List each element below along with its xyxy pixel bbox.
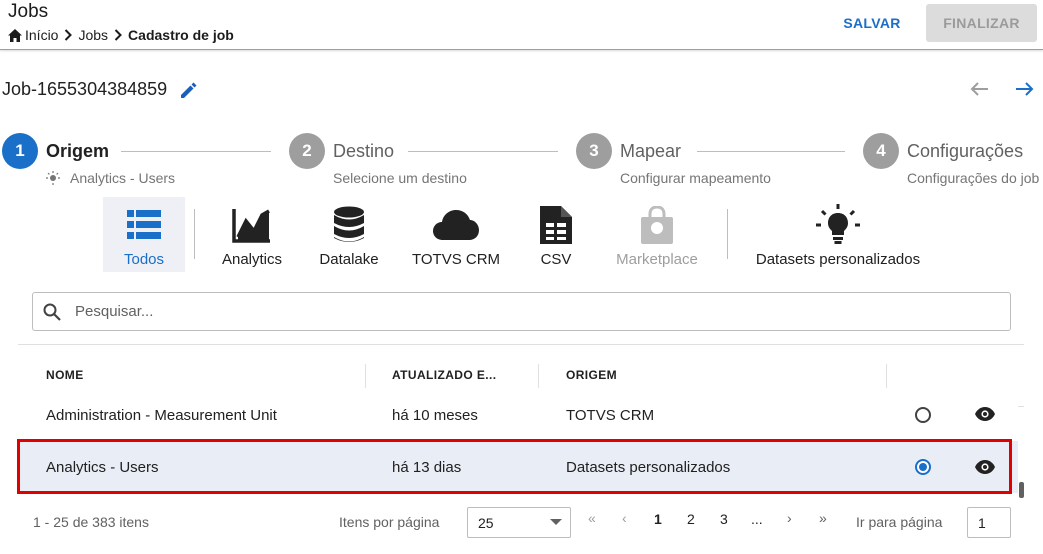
page-1-button[interactable]: 1 — [654, 511, 662, 527]
items-per-page-select[interactable]: 25 — [467, 507, 571, 538]
first-page-button[interactable]: « — [588, 510, 596, 526]
step-mapear[interactable]: 3 Mapear — [576, 133, 681, 169]
column-separator — [365, 364, 366, 388]
column-header-atualizado[interactable]: ATUALIZADO E... — [392, 368, 496, 382]
cloud-icon — [432, 203, 480, 247]
job-name: Job-1655304384859 — [2, 79, 168, 99]
category-divider — [194, 209, 195, 259]
step-connector — [697, 151, 845, 152]
step-connector — [121, 151, 271, 152]
cell-updated: há 10 meses — [392, 407, 478, 424]
row-clip — [18, 389, 1018, 407]
breadcrumb-current: Cadastro de job — [128, 27, 234, 43]
eye-icon[interactable] — [975, 407, 995, 425]
category-divider — [727, 209, 728, 259]
step-number: 1 — [2, 133, 38, 169]
breadcrumb-home[interactable]: Início — [8, 27, 58, 43]
arrow-left-icon[interactable] — [968, 77, 992, 106]
lightbulb-icon — [816, 203, 860, 247]
pencil-icon[interactable] — [179, 80, 199, 100]
category-totvs-crm[interactable]: TOTVS CRM — [408, 197, 504, 272]
shopping-bag-icon — [640, 203, 674, 247]
row-select-radio[interactable] — [915, 407, 931, 423]
breadcrumb: Início Jobs Cadastro de job — [8, 27, 234, 43]
caret-down-icon — [550, 519, 562, 525]
save-button[interactable]: SALVAR — [832, 7, 912, 39]
step-destino[interactable]: 2 Destino — [289, 133, 394, 169]
page-2-button[interactable]: 2 — [687, 511, 695, 527]
goto-page-input[interactable] — [967, 507, 1011, 538]
search-box[interactable] — [32, 292, 1011, 331]
goto-page-label: Ir para página — [856, 514, 943, 530]
database-icon — [333, 203, 365, 247]
cell-name: Administration - Measurement Unit — [46, 407, 277, 424]
home-icon — [8, 28, 22, 42]
items-per-page-value: 25 — [478, 515, 494, 531]
step-number: 2 — [289, 133, 325, 169]
step-configuracoes[interactable]: 4 Configurações — [863, 133, 1023, 169]
step-label: Configurações — [907, 140, 1024, 161]
lightbulb-icon — [46, 171, 60, 185]
step-label: Destino — [333, 140, 395, 161]
list-icon — [127, 203, 161, 247]
chevron-right-icon — [114, 29, 122, 41]
step-subtitle: Analytics - Users — [46, 170, 175, 186]
step-subtitle: Configurações do job — [907, 170, 1040, 186]
chevron-right-icon — [64, 29, 73, 41]
category-datasets-personalizados[interactable]: Datasets personalizados — [748, 197, 928, 272]
job-title: Job-1655304384859 — [2, 79, 199, 100]
chart-line-icon — [232, 203, 272, 247]
page-title: Jobs — [8, 1, 49, 22]
finish-button[interactable]: FINALIZAR — [926, 4, 1037, 42]
csv-file-icon — [540, 203, 572, 247]
prev-page-button[interactable]: ‹ — [622, 510, 627, 526]
step-label: Origem — [46, 140, 110, 161]
category-todos[interactable]: Todos — [103, 197, 185, 272]
step-label: Mapear — [620, 140, 682, 161]
search-input[interactable] — [75, 303, 955, 320]
column-header-origem[interactable]: ORIGEM — [566, 368, 617, 382]
last-page-button[interactable]: » — [819, 510, 827, 526]
column-header-nome[interactable]: NOME — [46, 368, 84, 382]
column-separator — [538, 364, 539, 388]
pagination-ellipsis: ... — [751, 511, 763, 527]
step-connector — [408, 151, 558, 152]
category-marketplace[interactable]: Marketplace — [610, 197, 704, 272]
step-number: 3 — [576, 133, 612, 169]
highlight-box — [17, 439, 1012, 494]
pagination-range: 1 - 25 de 383 itens — [33, 514, 149, 530]
items-per-page-label: Itens por página — [339, 514, 440, 530]
step-origem[interactable]: 1 Origem — [2, 133, 109, 169]
column-separator — [886, 364, 887, 388]
category-datalake[interactable]: Datalake — [312, 197, 386, 272]
arrow-right-icon[interactable] — [1012, 77, 1036, 106]
page-3-button[interactable]: 3 — [720, 511, 728, 527]
category-csv[interactable]: CSV — [522, 197, 590, 272]
search-icon — [43, 303, 61, 321]
step-subtitle: Selecione um destino — [333, 170, 467, 186]
step-number: 4 — [863, 133, 899, 169]
category-analytics[interactable]: Analytics — [215, 197, 289, 272]
breadcrumb-home-label: Início — [25, 27, 59, 43]
page-header: Jobs Início Jobs Cadastro de job SALVAR … — [0, 0, 1043, 50]
breadcrumb-jobs[interactable]: Jobs — [78, 27, 108, 43]
step-subtitle: Configurar mapeamento — [620, 170, 771, 186]
next-page-button[interactable]: › — [787, 510, 792, 526]
cell-origin: TOTVS CRM — [566, 407, 655, 424]
scrollbar[interactable] — [1019, 482, 1024, 498]
